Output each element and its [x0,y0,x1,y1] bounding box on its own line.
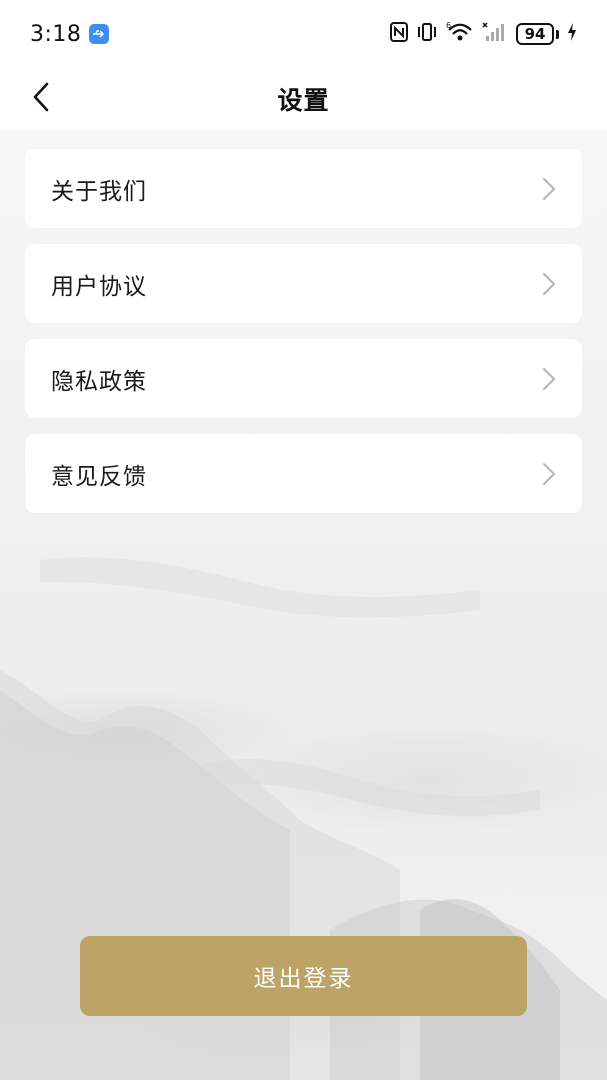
status-time: 3:18 [30,21,82,47]
chevron-right-icon [542,177,556,201]
page-title: 设置 [277,86,330,115]
chevron-right-icon [542,462,556,486]
battery-icon: 94 [516,23,559,45]
menu-item-feedback[interactable]: 意见反馈 [25,434,582,513]
battery-level: 94 [516,23,554,45]
menu-item-privacy-policy[interactable]: 隐私政策 [25,339,582,418]
settings-menu: 关于我们 用户协议 隐私政策 意见反馈 [25,149,582,529]
vibrate-icon [416,22,438,46]
svg-text:6: 6 [446,21,451,30]
signal-icon [482,21,508,47]
chevron-right-icon [542,272,556,296]
app-header: 设置 [0,68,607,130]
wifi-icon: 6 [446,21,474,47]
menu-item-label: 用户协议 [51,273,147,300]
usb-icon [89,24,110,44]
menu-item-about-us[interactable]: 关于我们 [25,149,582,228]
nfc-icon [390,22,408,46]
menu-item-label: 隐私政策 [51,368,147,395]
menu-item-label: 关于我们 [51,178,147,205]
charging-icon [567,22,577,46]
menu-item-user-agreement[interactable]: 用户协议 [25,244,582,323]
menu-item-label: 意见反馈 [51,463,147,490]
status-bar: 3:18 6 94 [0,0,607,68]
settings-screen: 3:18 6 94 设置 关于我们 用户协议 隐私政策 意见反馈 退出登录 [0,0,607,1080]
chevron-left-icon [32,82,50,116]
back-button[interactable] [24,80,58,118]
chevron-right-icon [542,367,556,391]
logout-button[interactable]: 退出登录 [80,936,527,1016]
status-icons: 6 94 [390,21,577,47]
